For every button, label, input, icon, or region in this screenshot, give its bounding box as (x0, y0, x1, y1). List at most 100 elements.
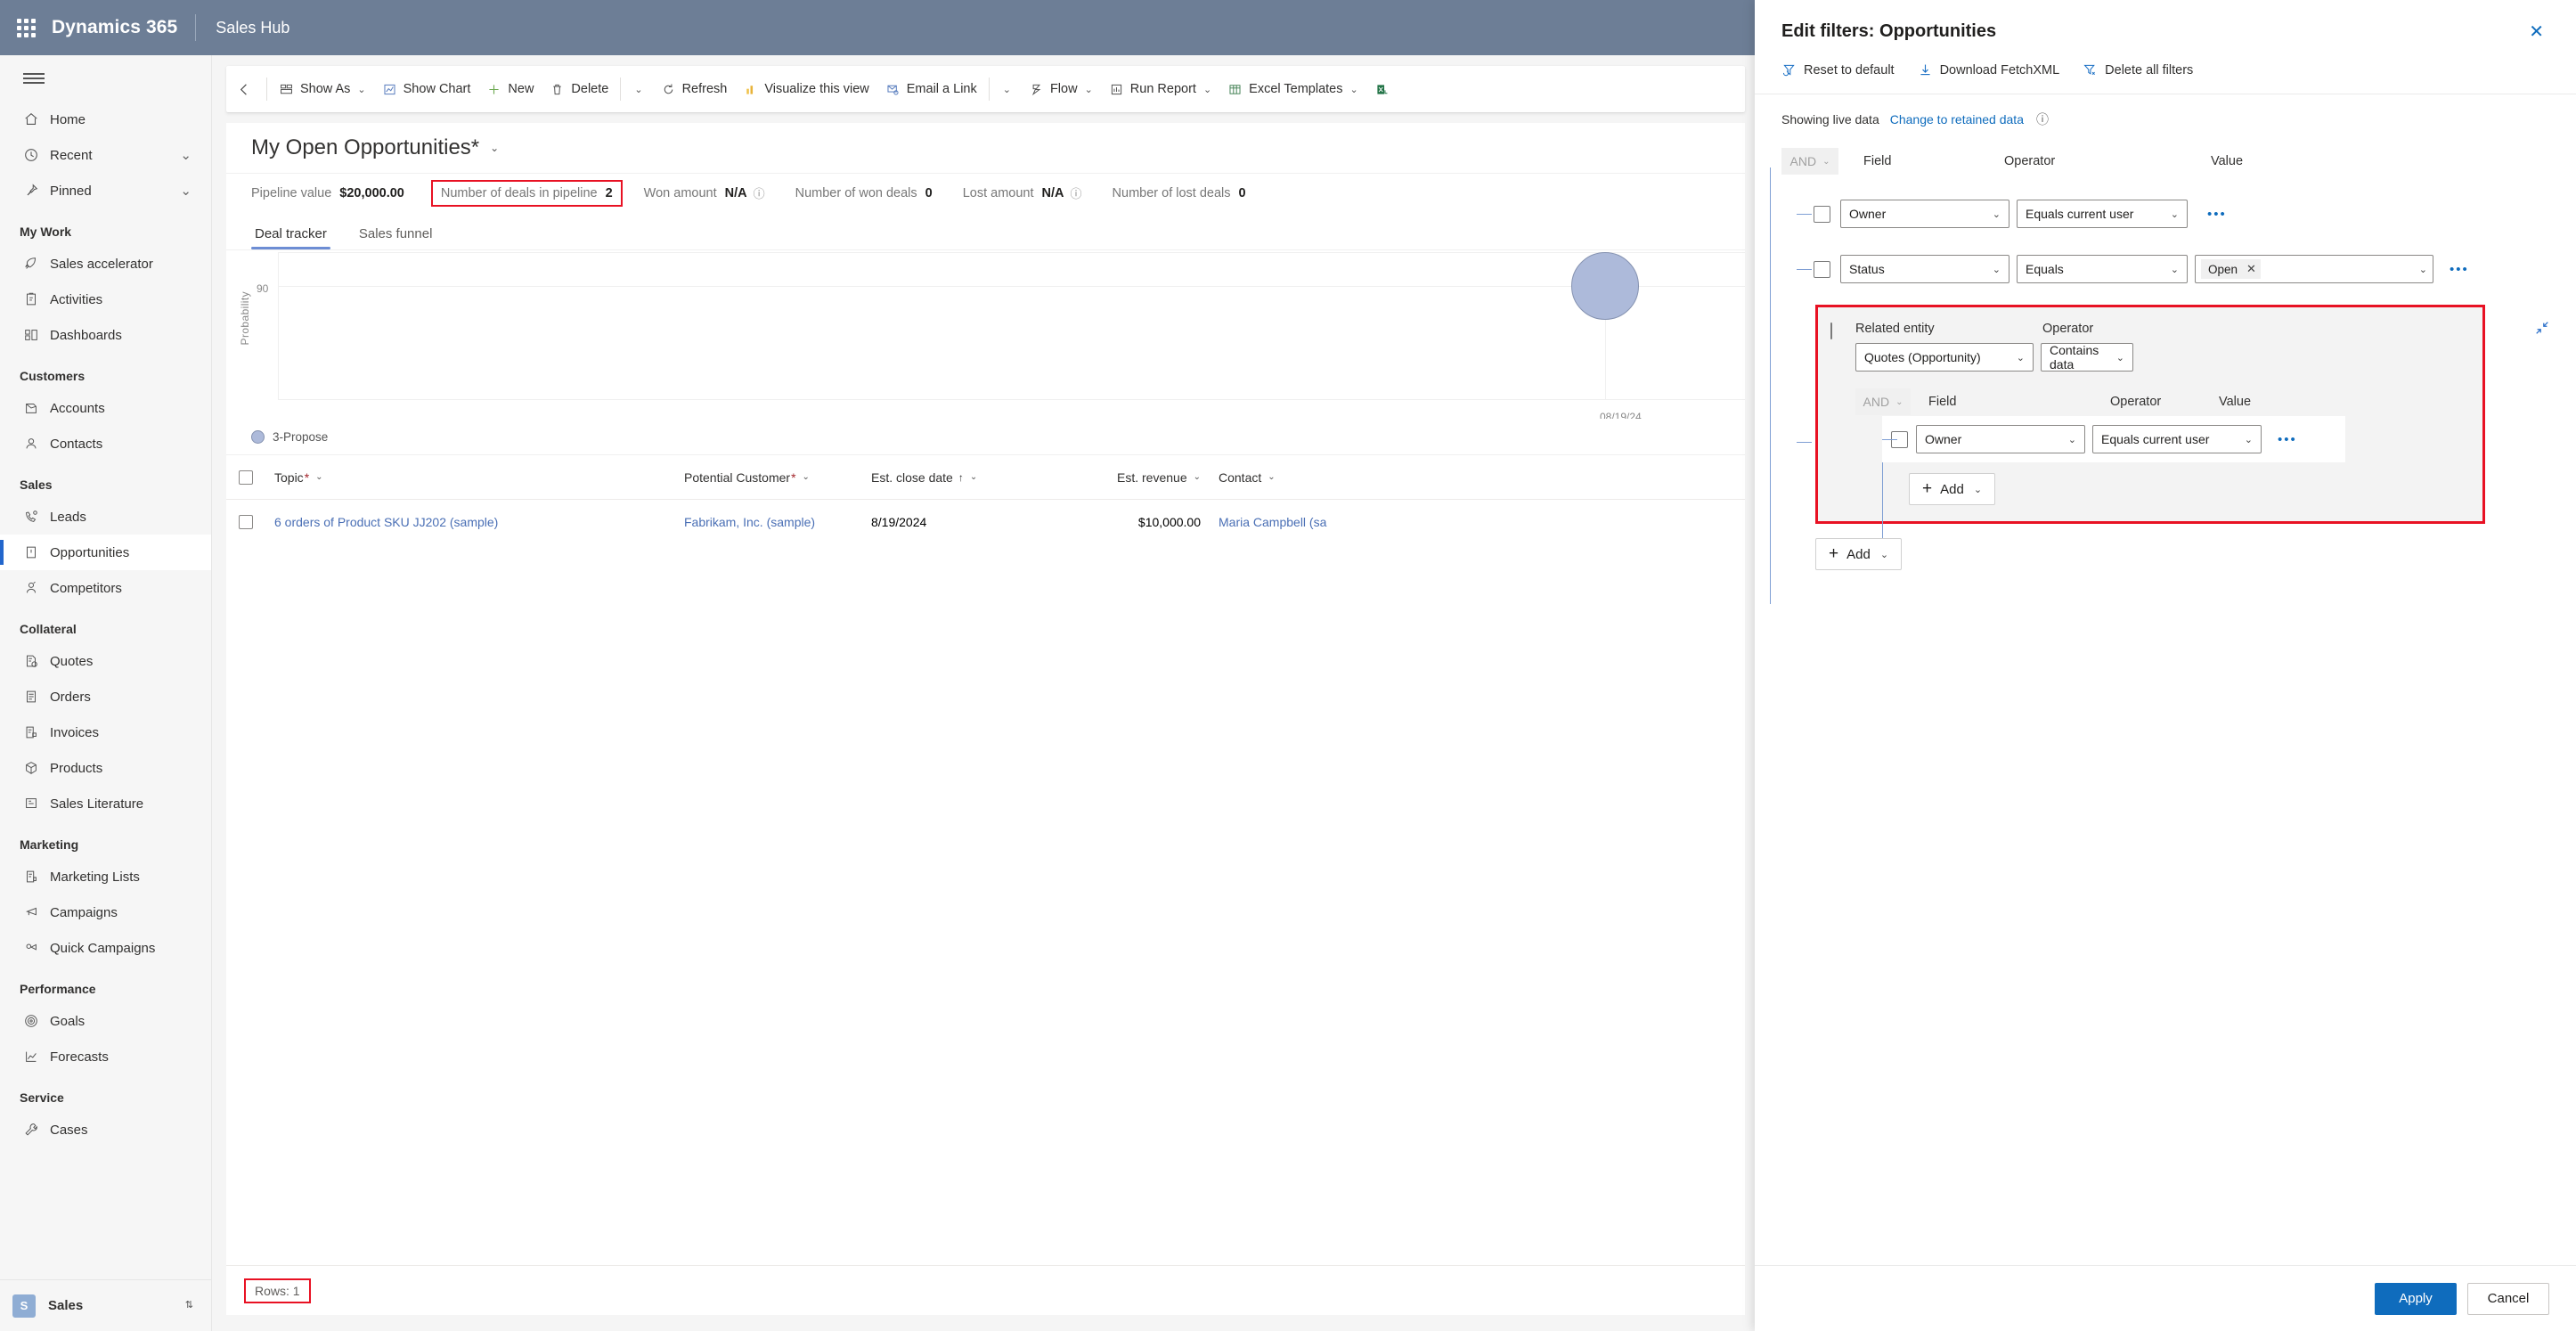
cancel-button[interactable]: Cancel (2467, 1282, 2549, 1315)
sidebar-item-campaigns[interactable]: Campaigns (0, 894, 211, 930)
cell-potential-customer[interactable]: Fabrikam, Inc. (sample) (675, 515, 862, 529)
app-name[interactable]: Sales Hub (216, 19, 289, 37)
customer-link[interactable]: Fabrikam, Inc. (sample) (684, 515, 815, 529)
sidebar-item-orders[interactable]: Orders (0, 679, 211, 714)
new-button[interactable]: New (478, 66, 542, 112)
operator-select-equals[interactable]: Equals ⌄ (2017, 255, 2188, 283)
sidebar-item-accounts[interactable]: Accounts (0, 390, 211, 426)
sidebar-item-contacts[interactable]: Contacts (0, 426, 211, 461)
sidebar-item-cases[interactable]: Cases (0, 1112, 211, 1147)
app-switcher[interactable]: S Sales ⇅ (0, 1279, 211, 1331)
close-icon[interactable]: ✕ (2523, 21, 2549, 43)
column-header-potential-customer[interactable]: Potential Customer * ⌄ (675, 470, 862, 485)
delete-button[interactable]: Delete (542, 66, 616, 112)
refresh-button[interactable]: Refresh (653, 66, 736, 112)
sidebar-item-forecasts[interactable]: Forecasts (0, 1039, 211, 1074)
chevron-down-icon[interactable]: ⌄ (2061, 434, 2076, 445)
chevron-down-icon[interactable]: ⌄ (315, 472, 322, 482)
delete-all-filters-button[interactable]: Delete all filters (2083, 62, 2193, 78)
chevron-down-icon[interactable]: ⌄ (1985, 208, 2001, 220)
chevron-down-icon[interactable]: ⌄ (1268, 472, 1275, 482)
column-header-est-revenue[interactable]: Est. revenue ⌄ (1067, 470, 1210, 485)
sidebar-item-recent[interactable]: Recent ⌄ (0, 137, 211, 173)
flow-button[interactable]: Flow ⌄ (1021, 66, 1101, 112)
row-checkbox[interactable] (239, 515, 253, 529)
related-entity-select[interactable]: Quotes (Opportunity) ⌄ (1855, 343, 2034, 372)
column-header-est-close-date[interactable]: Est. close date ↑ ⌄ (862, 470, 1067, 485)
root-connector-and[interactable]: AND ⌄ (1781, 148, 1838, 175)
topic-link[interactable]: 6 orders of Product SKU JJ202 (sample) (274, 515, 498, 529)
show-as-button[interactable]: Show As ⌄ (271, 66, 374, 112)
condition-checkbox[interactable] (1813, 205, 1830, 223)
cell-topic[interactable]: 6 orders of Product SKU JJ202 (sample) (265, 515, 675, 529)
sidebar-item-dashboards[interactable]: Dashboards (0, 317, 211, 353)
field-select-status[interactable]: Status ⌄ (1840, 255, 2009, 283)
sidebar-item-home[interactable]: Home (0, 102, 211, 137)
sidebar-item-marketing-lists[interactable]: Marketing Lists (0, 859, 211, 894)
row-select-checkbox-cell[interactable] (226, 515, 265, 529)
chevron-down-icon[interactable]: ⌄ (490, 142, 499, 154)
select-all-checkbox-cell[interactable] (226, 470, 265, 485)
sidebar-item-goals[interactable]: Goals (0, 1003, 211, 1039)
sidebar-item-quick-campaigns[interactable]: Quick Campaigns (0, 930, 211, 966)
group-checkbox-cell[interactable] (1830, 322, 1855, 339)
related-operator-select[interactable]: Contains data ⌄ (2041, 343, 2133, 372)
chevron-down-icon[interactable]: ⌄ (1203, 84, 1211, 95)
contact-link[interactable]: Maria Campbell (sa (1219, 515, 1326, 529)
back-arrow-icon[interactable] (226, 66, 263, 112)
email-overflow-caret[interactable]: ⌄ (993, 66, 1021, 112)
show-chart-button[interactable]: Show Chart (374, 66, 479, 112)
collapse-icon[interactable] (2534, 320, 2550, 340)
inner-field-select-owner[interactable]: Owner ⌄ (1916, 425, 2085, 453)
chevron-down-icon[interactable]: ⌄ (2164, 264, 2179, 275)
chevron-down-icon[interactable]: ⌄ (1085, 84, 1093, 95)
operator-select-equals-current-user[interactable]: Equals current user ⌄ (2017, 200, 2188, 228)
chevron-down-icon[interactable]: ⌄ (803, 472, 810, 482)
chevron-down-icon[interactable]: ⌄ (2419, 264, 2427, 275)
chart-bubble-point[interactable] (1571, 252, 1639, 320)
column-header-contact[interactable]: Contact ⌄ (1210, 470, 1388, 485)
app-launcher-icon[interactable] (0, 18, 52, 37)
change-to-retained-data-link[interactable]: Change to retained data (1890, 112, 2024, 127)
remove-tag-icon[interactable]: ✕ (2246, 262, 2256, 276)
inner-connector-and[interactable]: AND ⌄ (1855, 388, 1911, 415)
chevron-down-icon[interactable]: ⌄ (1895, 397, 1903, 407)
chevron-down-icon[interactable]: ⌄ (180, 183, 192, 199)
chevron-down-icon[interactable]: ⌄ (2238, 434, 2253, 445)
reset-to-default-button[interactable]: Reset to default (1781, 62, 1895, 78)
tab-sales-funnel[interactable]: Sales funnel (355, 226, 436, 249)
more-options-icon[interactable]: ••• (2442, 262, 2476, 277)
more-options-icon[interactable]: ••• (2270, 432, 2304, 447)
chevron-down-icon[interactable]: ⌄ (1880, 549, 1888, 560)
sidebar-item-sales-accelerator[interactable]: Sales accelerator (0, 246, 211, 282)
sidebar-item-pinned[interactable]: Pinned ⌄ (0, 173, 211, 208)
more-options-icon[interactable]: ••• (2200, 207, 2234, 222)
chevron-down-icon[interactable]: ⌄ (357, 84, 365, 95)
group-checkbox[interactable] (1830, 323, 1832, 339)
table-row[interactable]: 6 orders of Product SKU JJ202 (sample) F… (226, 500, 1745, 544)
sidebar-item-leads[interactable]: Leads (0, 499, 211, 535)
sidebar-item-opportunities[interactable]: Opportunities (0, 535, 211, 570)
cell-contact[interactable]: Maria Campbell (sa (1210, 515, 1388, 529)
sidebar-item-invoices[interactable]: Invoices (0, 714, 211, 750)
inner-add-button[interactable]: + Add ⌄ (1909, 473, 1996, 505)
apply-button[interactable]: Apply (2375, 1282, 2457, 1315)
chevron-down-icon[interactable]: ⌄ (1349, 84, 1357, 95)
info-icon[interactable]: ⓘ (754, 184, 765, 201)
updown-caret-icon[interactable]: ⇅ (185, 1301, 193, 1311)
info-icon[interactable]: ⓘ (2036, 110, 2049, 128)
chevron-down-icon[interactable]: ⌄ (1822, 157, 1830, 167)
delete-overflow-caret[interactable]: ⌄ (624, 66, 652, 112)
chevron-down-icon[interactable]: ⌄ (180, 147, 192, 163)
run-report-button[interactable]: Run Report ⌄ (1101, 66, 1219, 112)
chevron-down-icon[interactable]: ⌄ (1974, 484, 1982, 495)
sidebar-item-activities[interactable]: Activities (0, 282, 211, 317)
chevron-down-icon[interactable]: ⌄ (2109, 352, 2124, 363)
chevron-down-icon[interactable]: ⌄ (1194, 472, 1201, 482)
condition-checkbox[interactable] (1813, 260, 1830, 278)
tab-deal-tracker[interactable]: Deal tracker (251, 226, 330, 249)
visualize-this-view-button[interactable]: Visualize this view (735, 66, 876, 112)
sidebar-item-products[interactable]: Products (0, 750, 211, 786)
value-multiselect-status[interactable]: Open ✕ ⌄ (2195, 255, 2433, 283)
chevron-down-icon[interactable]: ⌄ (2009, 352, 2025, 363)
